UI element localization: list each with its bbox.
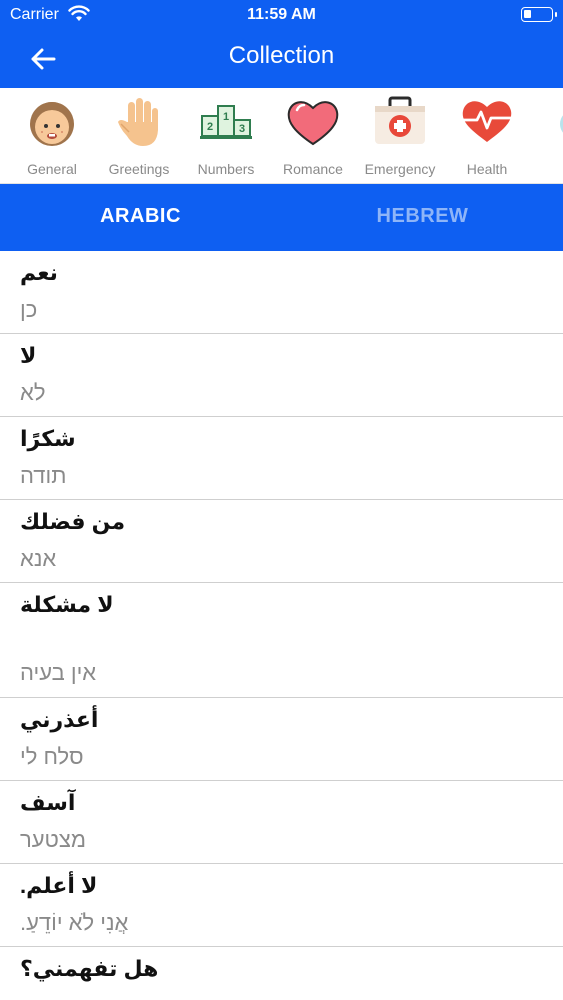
- arabic-text: شكرًا: [20, 426, 76, 451]
- hebrew-text: מצטער: [20, 827, 87, 852]
- list-item[interactable]: آسف מצטער: [0, 781, 563, 864]
- heart-icon: [285, 94, 341, 150]
- category-strip[interactable]: General Greetings 1 2 3 Numbers Romance …: [0, 88, 563, 184]
- first-aid-kit-icon: [372, 94, 428, 150]
- heartbeat-icon: [459, 94, 515, 150]
- category-numbers[interactable]: 1 2 3 Numbers: [182, 94, 270, 182]
- list-item[interactable]: هل تفهمني؟: [0, 947, 563, 1000]
- page-title: Collection: [228, 42, 335, 69]
- category-general[interactable]: General: [8, 94, 96, 182]
- hebrew-text: סלח לי: [20, 744, 84, 769]
- girl-face-icon: [24, 94, 80, 150]
- category-romance[interactable]: Romance: [269, 94, 357, 182]
- arabic-text: لا مشكلة: [20, 592, 114, 617]
- hebrew-text: לא: [20, 380, 46, 405]
- category-partial[interactable]: We: [530, 94, 563, 182]
- hebrew-text: אנא: [20, 546, 57, 571]
- tab-arabic[interactable]: ARABIC: [0, 184, 281, 251]
- list-item[interactable]: نعم כן: [0, 251, 563, 334]
- clock: 11:59 AM: [247, 6, 316, 23]
- partial-icon: [546, 94, 563, 150]
- hebrew-text: אין בעיה: [20, 660, 97, 685]
- arabic-text: لا: [20, 343, 37, 368]
- list-item[interactable]: أعذرني סלח לי: [0, 698, 563, 781]
- svg-text:2: 2: [207, 121, 213, 133]
- svg-text:3: 3: [239, 123, 245, 135]
- svg-text:1: 1: [223, 111, 229, 123]
- arabic-text: هل تفهمني؟: [20, 956, 159, 981]
- category-emergency[interactable]: Emergency: [356, 94, 444, 182]
- list-item[interactable]: لا לא: [0, 334, 563, 417]
- hebrew-text: תודה: [20, 463, 67, 488]
- hebrew-text: כן: [20, 297, 38, 322]
- arabic-text: أعذرني: [20, 707, 99, 732]
- list-item[interactable]: لا مشكلة אין בעיה: [0, 583, 563, 698]
- list-item[interactable]: شكرًا תודה: [0, 417, 563, 500]
- arabic-text: لا أعلم.: [20, 873, 98, 898]
- tab-hebrew[interactable]: HEBREW: [282, 184, 563, 251]
- battery-icon: [521, 7, 557, 22]
- waving-hand-icon: [111, 94, 167, 150]
- arabic-text: من فضلك: [20, 509, 126, 534]
- hebrew-text: אֲנִי לֹא יוֹדֵעַ.: [20, 910, 129, 935]
- phrase-list: نعم כן لا לא شكرًا תודה من فضلك אנא لا م…: [0, 251, 563, 1000]
- category-label: We: [520, 161, 563, 177]
- list-item[interactable]: لا أعلم. אֲנִי לֹא יוֹדֵעַ.: [0, 864, 563, 947]
- category-health[interactable]: Health: [443, 94, 531, 182]
- language-tabs: ARABIC HEBREW: [0, 184, 563, 251]
- nav-bar: Collection: [0, 30, 563, 88]
- arabic-text: آسف: [20, 790, 76, 815]
- arabic-text: نعم: [20, 260, 58, 285]
- status-bar: Carrier 11:59 AM: [0, 0, 563, 30]
- list-item[interactable]: من فضلك אנא: [0, 500, 563, 583]
- category-greetings[interactable]: Greetings: [95, 94, 183, 182]
- podium-icon: 1 2 3: [198, 94, 254, 150]
